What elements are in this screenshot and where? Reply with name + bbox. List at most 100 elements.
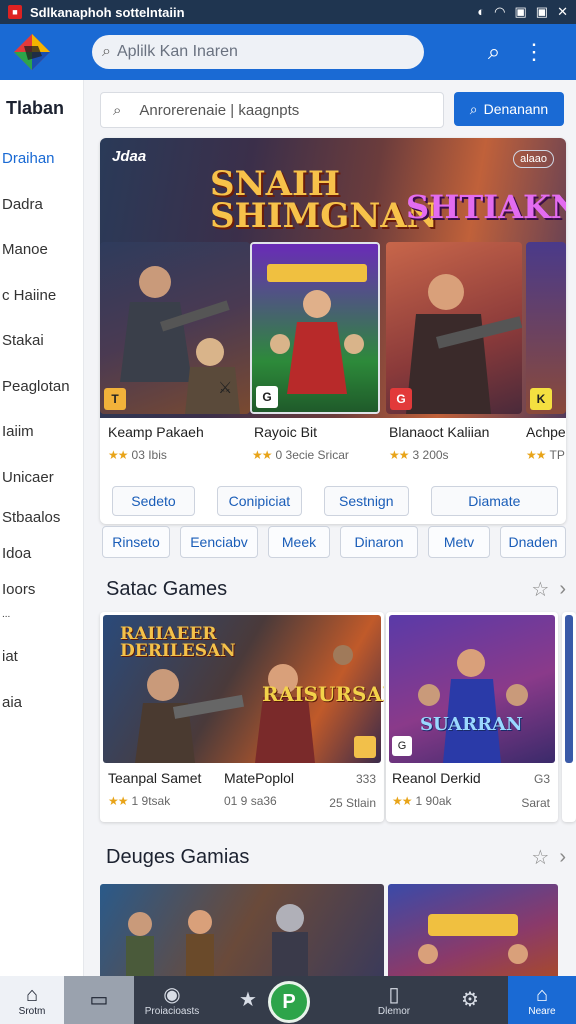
main-search-input[interactable]: ⌕ Anrorerenaie | kaagnpts — [100, 92, 444, 128]
home-icon: ⌂ — [25, 983, 39, 1006]
category-chip[interactable]: Eenciabv — [180, 526, 258, 558]
category-chip[interactable]: Dinaron — [340, 526, 418, 558]
status-title: Sdlkanaphoh sottelntaiin — [30, 4, 185, 20]
featured-game-title[interactable]: Achpe — [526, 424, 566, 440]
sidebar-item[interactable]: Iaiim — [0, 409, 83, 455]
filter-chip[interactable]: Sedeto — [112, 486, 195, 516]
game-thumbnail[interactable] — [100, 884, 384, 980]
vpn-icon: ◐ — [477, 4, 486, 19]
game-card[interactable] — [562, 612, 576, 822]
sidebar-item[interactable]: ... — [0, 608, 83, 634]
featured-game-meta: ★★ 03 Ibis — [108, 448, 167, 462]
filter-chip[interactable]: Conipiciat — [216, 486, 302, 516]
star-icon[interactable]: ☆ — [531, 845, 549, 870]
featured-game-title[interactable]: Rayoic Bit — [254, 424, 317, 440]
sidebar: Tlaban Draihan Dadra Manoe c Haiine Stak… — [0, 80, 84, 976]
book-open-icon: ▯ — [388, 983, 400, 1006]
search-submit-button[interactable]: ⌕ Denanann — [454, 92, 564, 126]
rating-stars: ★★ — [108, 448, 128, 462]
banner-badge-left: Jdaa — [112, 148, 147, 165]
play-icon[interactable]: P — [268, 981, 310, 1023]
featured-game-title[interactable]: Keamp Pakaeh — [108, 424, 204, 440]
nav-tab-label: Neare — [528, 1005, 556, 1017]
star-icon: ★ — [239, 989, 257, 1011]
card-logo: RAIIAEER DERILESAN — [120, 624, 236, 661]
gear-icon: ⚙ — [461, 989, 479, 1011]
featured-banner[interactable]: Jdaa alaao SNAIH SHIMGNAN SHTIAKN T G G … — [100, 138, 566, 418]
main-search-row: ⌕ Anrorerenaie | kaagnpts ⌕ Denanann — [100, 92, 566, 128]
game-row: RAIIAEER DERILESAN RAISURSAN Teanpal Sam… — [100, 612, 576, 822]
game-card[interactable]: SUARRAN G Reanol Derkid ★★ 1 90ak G3 Sara… — [386, 612, 558, 822]
category-chip[interactable]: Dnaden — [500, 526, 566, 558]
sidebar-item[interactable]: Stbaalos — [0, 500, 83, 536]
nav-tab-label: Proiacioasts — [144, 1005, 200, 1017]
nav-tab-home[interactable]: ⌂ Srotm — [0, 976, 64, 1024]
nav-tab-nearby[interactable]: ◉ Proiacioasts — [134, 976, 210, 1024]
featured-app-icon: ⚔ — [218, 380, 233, 397]
main-search-placeholder: Anrorerenaie | kaagnpts — [139, 101, 300, 119]
wifi-icon: ◠ — [494, 4, 506, 19]
sidebar-item[interactable]: Ioors — [0, 572, 83, 608]
section-title: Deuges Gamias — [106, 845, 250, 868]
rating-stars: ★★ — [526, 448, 546, 462]
featured-game-meta: ★★ 0 3ecie Sricar — [252, 448, 349, 462]
sidebar-item[interactable]: Idoa — [0, 536, 83, 572]
game-card-title: MatePoplol — [224, 770, 295, 786]
game-card-meta: ★★ 1 90ak — [392, 794, 452, 808]
nav-tab-store[interactable]: ⌂ Neare — [508, 976, 576, 1024]
sidebar-item[interactable]: Stakai — [0, 318, 83, 364]
search-icon: ⌕ — [469, 100, 478, 117]
category-chip[interactable]: Rinseto — [102, 526, 170, 558]
game-app-icon: G — [390, 388, 412, 410]
top-search-input[interactable]: ⌕ Aplilk Kan Inaren — [92, 35, 424, 69]
game-card-title: Teanpal Samet — [108, 770, 202, 786]
category-chip[interactable]: Meek — [268, 526, 330, 558]
x-icon: ✕ — [557, 4, 568, 19]
sidebar-item[interactable]: Draihan — [0, 136, 83, 182]
rating-stars: ★★ — [108, 794, 128, 808]
game-tile[interactable]: G — [250, 242, 380, 414]
rating-stars: ★★ — [389, 448, 409, 462]
nav-tab-settings[interactable]: ⚙ — [432, 976, 508, 1024]
nav-tab-reader[interactable]: ▯ Dlemor — [356, 976, 432, 1024]
nav-tab-library[interactable]: ▭ — [64, 976, 134, 1024]
featured-game-meta: ★★ TP — [526, 448, 565, 462]
featured-game-meta: ★★ 3 200s — [389, 448, 449, 462]
sidebar-item[interactable]: Peaglotan — [0, 364, 83, 410]
game-card[interactable]: RAIIAEER DERILESAN RAISURSAN Teanpal Sam… — [100, 612, 384, 822]
star-icon[interactable]: ☆ — [531, 577, 549, 602]
sidebar-item[interactable]: Manoe — [0, 227, 83, 273]
game-card-title: Reanol Derkid — [392, 770, 481, 786]
nav-tab-label: Dlemor — [377, 1005, 411, 1017]
more-menu-icon[interactable]: ⋮ — [514, 39, 554, 65]
search-icon: ⌕ — [102, 43, 111, 60]
gallery-icon: ▣ — [535, 4, 549, 19]
search-icon: ⌕ — [113, 101, 122, 119]
filter-chip[interactable]: Diamate — [430, 486, 558, 516]
banner-logo-right: SHTIAKN — [406, 188, 566, 226]
game-tile[interactable]: K — [526, 242, 566, 414]
featured-game-title[interactable]: Blanaoct Kaliian — [389, 424, 489, 440]
bag-icon: ⌂ — [535, 983, 549, 1006]
sidebar-item[interactable]: aia — [0, 680, 83, 726]
game-thumbnail[interactable] — [388, 884, 558, 980]
category-chip[interactable]: Metv — [428, 526, 490, 558]
app-logo-icon[interactable] — [12, 32, 52, 72]
game-card-sub: 25 Stlain — [329, 796, 376, 810]
sidebar-item[interactable]: iat — [0, 634, 83, 680]
app-badge-icon: ■ — [8, 5, 22, 19]
game-tile[interactable]: G — [386, 242, 522, 414]
location-icon: ◉ — [163, 983, 181, 1006]
sidebar-item[interactable]: Dadra — [0, 182, 83, 228]
chevron-right-icon[interactable]: › — [559, 846, 566, 869]
search-button[interactable]: ⌕ — [474, 39, 514, 65]
game-card-count: G3 — [533, 772, 550, 786]
chevron-right-icon[interactable]: › — [559, 578, 566, 601]
filter-chip[interactable]: Sestnign — [323, 486, 409, 516]
sidebar-item[interactable]: c Haiine — [0, 273, 83, 319]
sidebar-heading: Tlaban — [6, 98, 65, 118]
search-submit-label: Denanann — [483, 101, 549, 117]
section-title: Satac Games — [106, 577, 228, 600]
sidebar-item[interactable]: Unicaer — [0, 455, 83, 501]
game-card-meta: 01 9 sa36 — [224, 794, 277, 808]
